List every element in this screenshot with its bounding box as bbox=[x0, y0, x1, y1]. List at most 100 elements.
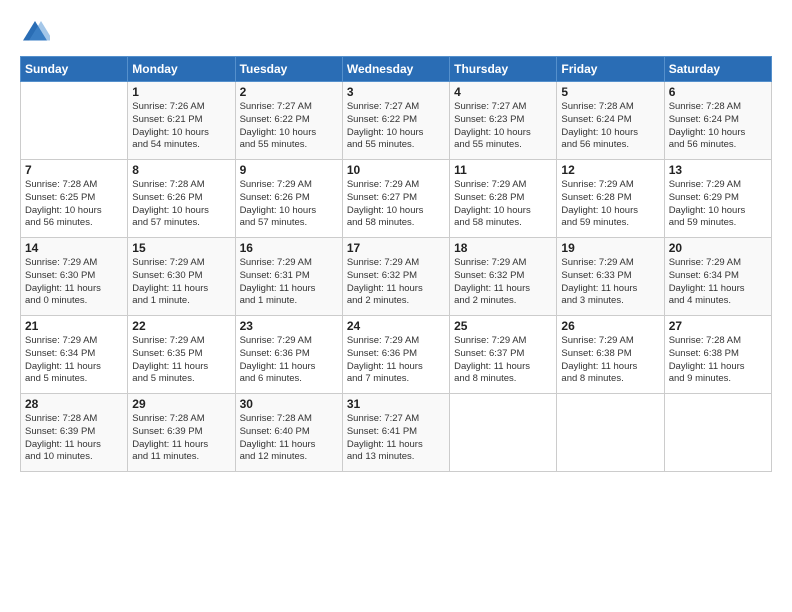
day-info: Sunrise: 7:29 AMSunset: 6:28 PMDaylight:… bbox=[454, 179, 552, 230]
day-cell: 29 Sunrise: 7:28 AMSunset: 6:39 PMDayligh… bbox=[128, 394, 235, 472]
day-cell: 17 Sunrise: 7:29 AMSunset: 6:32 PMDayligh… bbox=[342, 238, 449, 316]
day-info: Sunrise: 7:27 AMSunset: 6:22 PMDaylight:… bbox=[347, 101, 445, 152]
day-number: 4 bbox=[454, 85, 552, 99]
day-number: 16 bbox=[240, 241, 338, 255]
day-info: Sunrise: 7:29 AMSunset: 6:31 PMDaylight:… bbox=[240, 257, 338, 308]
day-cell: 21 Sunrise: 7:29 AMSunset: 6:34 PMDayligh… bbox=[21, 316, 128, 394]
day-number: 14 bbox=[25, 241, 123, 255]
day-info: Sunrise: 7:28 AMSunset: 6:24 PMDaylight:… bbox=[561, 101, 659, 152]
day-number: 11 bbox=[454, 163, 552, 177]
logo bbox=[20, 18, 54, 48]
week-row-1: 1 Sunrise: 7:26 AMSunset: 6:21 PMDaylight… bbox=[21, 82, 772, 160]
day-number: 17 bbox=[347, 241, 445, 255]
day-number: 7 bbox=[25, 163, 123, 177]
day-number: 21 bbox=[25, 319, 123, 333]
day-cell: 9 Sunrise: 7:29 AMSunset: 6:26 PMDaylight… bbox=[235, 160, 342, 238]
day-info: Sunrise: 7:29 AMSunset: 6:36 PMDaylight:… bbox=[347, 335, 445, 386]
day-info: Sunrise: 7:29 AMSunset: 6:28 PMDaylight:… bbox=[561, 179, 659, 230]
header-tuesday: Tuesday bbox=[235, 57, 342, 82]
day-cell bbox=[557, 394, 664, 472]
day-info: Sunrise: 7:27 AMSunset: 6:41 PMDaylight:… bbox=[347, 413, 445, 464]
day-info: Sunrise: 7:29 AMSunset: 6:26 PMDaylight:… bbox=[240, 179, 338, 230]
day-number: 22 bbox=[132, 319, 230, 333]
header-sunday: Sunday bbox=[21, 57, 128, 82]
day-cell bbox=[450, 394, 557, 472]
day-number: 5 bbox=[561, 85, 659, 99]
day-info: Sunrise: 7:29 AMSunset: 6:32 PMDaylight:… bbox=[347, 257, 445, 308]
day-cell: 23Sunrise: 7:29 AMSunset: 6:36 PMDayligh… bbox=[235, 316, 342, 394]
day-info: Sunrise: 7:29 AMSunset: 6:34 PMDaylight:… bbox=[669, 257, 767, 308]
day-number: 20 bbox=[669, 241, 767, 255]
day-info: Sunrise: 7:28 AMSunset: 6:39 PMDaylight:… bbox=[132, 413, 230, 464]
day-number: 19 bbox=[561, 241, 659, 255]
week-row-3: 14 Sunrise: 7:29 AMSunset: 6:30 PMDayligh… bbox=[21, 238, 772, 316]
header-thursday: Thursday bbox=[450, 57, 557, 82]
day-cell: 10 Sunrise: 7:29 AMSunset: 6:27 PMDayligh… bbox=[342, 160, 449, 238]
day-number: 31 bbox=[347, 397, 445, 411]
day-cell: 13Sunrise: 7:29 AMSunset: 6:29 PMDayligh… bbox=[664, 160, 771, 238]
day-cell: 7 Sunrise: 7:28 AMSunset: 6:25 PMDaylight… bbox=[21, 160, 128, 238]
day-info: Sunrise: 7:28 AMSunset: 6:25 PMDaylight:… bbox=[25, 179, 123, 230]
day-number: 18 bbox=[454, 241, 552, 255]
day-info: Sunrise: 7:27 AMSunset: 6:23 PMDaylight:… bbox=[454, 101, 552, 152]
header-wednesday: Wednesday bbox=[342, 57, 449, 82]
day-info: Sunrise: 7:29 AMSunset: 6:38 PMDaylight:… bbox=[561, 335, 659, 386]
day-cell: 22Sunrise: 7:29 AMSunset: 6:35 PMDayligh… bbox=[128, 316, 235, 394]
day-cell: 11 Sunrise: 7:29 AMSunset: 6:28 PMDayligh… bbox=[450, 160, 557, 238]
week-row-4: 21 Sunrise: 7:29 AMSunset: 6:34 PMDayligh… bbox=[21, 316, 772, 394]
day-info: Sunrise: 7:28 AMSunset: 6:26 PMDaylight:… bbox=[132, 179, 230, 230]
day-number: 10 bbox=[347, 163, 445, 177]
day-number: 2 bbox=[240, 85, 338, 99]
day-cell: 18 Sunrise: 7:29 AMSunset: 6:32 PMDayligh… bbox=[450, 238, 557, 316]
day-info: Sunrise: 7:28 AMSunset: 6:38 PMDaylight:… bbox=[669, 335, 767, 386]
day-cell: 1 Sunrise: 7:26 AMSunset: 6:21 PMDaylight… bbox=[128, 82, 235, 160]
day-info: Sunrise: 7:28 AMSunset: 6:40 PMDaylight:… bbox=[240, 413, 338, 464]
day-info: Sunrise: 7:29 AMSunset: 6:34 PMDaylight:… bbox=[25, 335, 123, 386]
day-cell: 20 Sunrise: 7:29 AMSunset: 6:34 PMDayligh… bbox=[664, 238, 771, 316]
day-cell: 30 Sunrise: 7:28 AMSunset: 6:40 PMDayligh… bbox=[235, 394, 342, 472]
day-cell: 31 Sunrise: 7:27 AMSunset: 6:41 PMDayligh… bbox=[342, 394, 449, 472]
day-number: 3 bbox=[347, 85, 445, 99]
day-number: 29 bbox=[132, 397, 230, 411]
day-info: Sunrise: 7:29 AMSunset: 6:30 PMDaylight:… bbox=[25, 257, 123, 308]
day-number: 13 bbox=[669, 163, 767, 177]
day-number: 27 bbox=[669, 319, 767, 333]
header-row: SundayMondayTuesdayWednesdayThursdayFrid… bbox=[21, 57, 772, 82]
day-number: 28 bbox=[25, 397, 123, 411]
day-cell: 15Sunrise: 7:29 AMSunset: 6:30 PMDayligh… bbox=[128, 238, 235, 316]
day-cell: 16 Sunrise: 7:29 AMSunset: 6:31 PMDayligh… bbox=[235, 238, 342, 316]
day-cell: 14 Sunrise: 7:29 AMSunset: 6:30 PMDayligh… bbox=[21, 238, 128, 316]
day-cell: 26 Sunrise: 7:29 AMSunset: 6:38 PMDayligh… bbox=[557, 316, 664, 394]
logo-icon bbox=[20, 18, 50, 48]
header-saturday: Saturday bbox=[664, 57, 771, 82]
day-cell: 6 Sunrise: 7:28 AMSunset: 6:24 PMDaylight… bbox=[664, 82, 771, 160]
day-number: 8 bbox=[132, 163, 230, 177]
day-cell bbox=[664, 394, 771, 472]
day-number: 9 bbox=[240, 163, 338, 177]
day-number: 1 bbox=[132, 85, 230, 99]
day-number: 30 bbox=[240, 397, 338, 411]
day-number: 6 bbox=[669, 85, 767, 99]
day-number: 23 bbox=[240, 319, 338, 333]
week-row-5: 28 Sunrise: 7:28 AMSunset: 6:39 PMDayligh… bbox=[21, 394, 772, 472]
day-info: Sunrise: 7:29 AMSunset: 6:30 PMDaylight:… bbox=[132, 257, 230, 308]
day-info: Sunrise: 7:29 AMSunset: 6:27 PMDaylight:… bbox=[347, 179, 445, 230]
day-number: 26 bbox=[561, 319, 659, 333]
day-info: Sunrise: 7:28 AMSunset: 6:24 PMDaylight:… bbox=[669, 101, 767, 152]
day-info: Sunrise: 7:26 AMSunset: 6:21 PMDaylight:… bbox=[132, 101, 230, 152]
day-cell: 8 Sunrise: 7:28 AMSunset: 6:26 PMDaylight… bbox=[128, 160, 235, 238]
day-cell: 19 Sunrise: 7:29 AMSunset: 6:33 PMDayligh… bbox=[557, 238, 664, 316]
day-cell bbox=[21, 82, 128, 160]
day-info: Sunrise: 7:29 AMSunset: 6:32 PMDaylight:… bbox=[454, 257, 552, 308]
day-cell: 4 Sunrise: 7:27 AMSunset: 6:23 PMDaylight… bbox=[450, 82, 557, 160]
day-cell: 25Sunrise: 7:29 AMSunset: 6:37 PMDayligh… bbox=[450, 316, 557, 394]
day-number: 24 bbox=[347, 319, 445, 333]
day-cell: 28Sunrise: 7:28 AMSunset: 6:39 PMDayligh… bbox=[21, 394, 128, 472]
day-info: Sunrise: 7:29 AMSunset: 6:37 PMDaylight:… bbox=[454, 335, 552, 386]
header-monday: Monday bbox=[128, 57, 235, 82]
day-number: 12 bbox=[561, 163, 659, 177]
calendar-table: SundayMondayTuesdayWednesdayThursdayFrid… bbox=[20, 56, 772, 472]
day-cell: 27 Sunrise: 7:28 AMSunset: 6:38 PMDayligh… bbox=[664, 316, 771, 394]
day-info: Sunrise: 7:29 AMSunset: 6:33 PMDaylight:… bbox=[561, 257, 659, 308]
week-row-2: 7 Sunrise: 7:28 AMSunset: 6:25 PMDaylight… bbox=[21, 160, 772, 238]
